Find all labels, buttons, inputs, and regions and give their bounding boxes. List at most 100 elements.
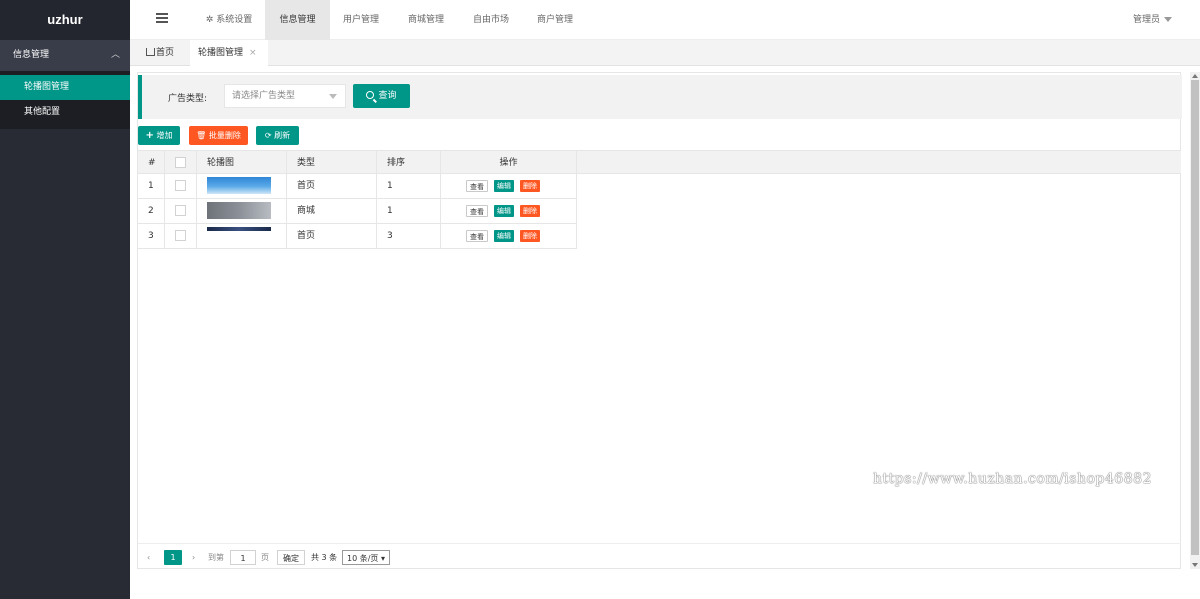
scroll-down-icon[interactable] bbox=[1192, 563, 1198, 567]
sidebar-section-label: 信息管理 bbox=[13, 50, 50, 60]
row-select bbox=[165, 174, 197, 199]
trash-icon: 🗑 bbox=[196, 131, 207, 140]
goto-page-input[interactable]: 1 bbox=[230, 550, 256, 565]
pagination: ‹ 1 › 到第 1 页 确定 共 3 条 10 条/页 ▾ bbox=[138, 543, 1181, 569]
page-1-button[interactable]: 1 bbox=[164, 550, 182, 565]
col-select bbox=[165, 151, 197, 175]
sidebar-section-info[interactable]: 信息管理 ︿ bbox=[0, 40, 130, 71]
col-image: 轮播图 bbox=[197, 151, 287, 175]
row-type: 首页 bbox=[287, 224, 377, 249]
row-index: 2 bbox=[138, 199, 165, 224]
dropdown-arrow-icon bbox=[329, 94, 337, 99]
refresh-button[interactable]: ⟳ 刷新 bbox=[256, 126, 299, 145]
nav-merchant-management[interactable]: 商户管理 bbox=[523, 0, 587, 40]
menu-toggle-icon[interactable] bbox=[156, 13, 168, 25]
edit-button[interactable]: 编辑 bbox=[494, 204, 514, 217]
nav-info-management[interactable]: 信息管理 bbox=[265, 0, 330, 40]
chevron-up-icon: ︿ bbox=[110, 50, 120, 60]
nav-free-market[interactable]: 自由市场 bbox=[459, 0, 523, 40]
scroll-up-icon[interactable] bbox=[1192, 74, 1198, 78]
page-size-select[interactable]: 10 条/页 ▾ bbox=[342, 550, 390, 565]
vertical-scrollbar[interactable] bbox=[1190, 72, 1200, 569]
edit-button[interactable]: 编辑 bbox=[494, 229, 514, 242]
col-type: 类型 bbox=[287, 151, 377, 175]
close-icon[interactable]: × bbox=[249, 48, 257, 58]
app-root: uzhur 信息管理 ︿ 轮播图管理 其他配置 ✲ 系统设置 信息管理 用户管理… bbox=[0, 0, 1200, 599]
row-actions: 查看 编辑 删除 bbox=[441, 224, 577, 249]
carousel-thumbnail bbox=[207, 227, 271, 231]
nav-mall-management[interactable]: 商城管理 bbox=[394, 0, 458, 40]
ad-type-select[interactable]: 请选择广告类型 bbox=[224, 84, 346, 108]
row-type: 商城 bbox=[287, 199, 377, 224]
row-image bbox=[197, 224, 287, 249]
sidebar-item-other-config[interactable]: 其他配置 bbox=[0, 100, 130, 125]
delete-button[interactable]: 删除 bbox=[520, 179, 540, 192]
edit-button[interactable]: 编辑 bbox=[494, 179, 514, 192]
refresh-label: 刷新 bbox=[274, 131, 291, 140]
query-button[interactable]: 查询 bbox=[353, 84, 410, 108]
view-button[interactable]: 查看 bbox=[466, 229, 488, 242]
row-image bbox=[197, 199, 287, 224]
prev-page-button[interactable]: ‹ bbox=[147, 550, 150, 565]
ad-type-placeholder: 请选择广告类型 bbox=[232, 91, 296, 101]
col-index: # bbox=[138, 151, 165, 175]
carousel-thumbnail bbox=[207, 202, 271, 219]
tab-home[interactable]: 首页 bbox=[138, 40, 182, 66]
row-select bbox=[165, 224, 197, 249]
sidebar-item-carousel[interactable]: 轮播图管理 bbox=[0, 75, 130, 100]
carousel-thumbnail bbox=[207, 177, 271, 194]
goto-label: 到第 bbox=[208, 553, 224, 562]
view-button[interactable]: 查看 bbox=[466, 204, 488, 217]
nav-system-settings[interactable]: ✲ 系统设置 bbox=[196, 0, 262, 40]
scrollbar-thumb[interactable] bbox=[1191, 80, 1199, 555]
view-button[interactable]: 查看 bbox=[466, 179, 488, 192]
ad-type-label: 广告类型: bbox=[168, 94, 208, 104]
main-content: 广告类型: 请选择广告类型 查询 + 增加 🗑 批量删除 ⟳ 刷新 # 轮播图 … bbox=[137, 72, 1182, 569]
refresh-icon: ⟳ bbox=[264, 131, 272, 140]
row-checkbox[interactable] bbox=[175, 180, 186, 191]
nav-user-management[interactable]: 用户管理 bbox=[330, 0, 392, 40]
table-row: 1 首页 1 查看 编辑 删除 bbox=[138, 174, 577, 199]
batch-delete-button[interactable]: 🗑 批量删除 bbox=[189, 126, 248, 145]
plus-icon: + bbox=[145, 130, 154, 141]
caret-down-icon bbox=[1164, 17, 1172, 22]
page-unit-label: 页 bbox=[261, 553, 269, 562]
tab-bar: 首页 轮播图管理 × bbox=[130, 40, 1200, 66]
confirm-goto-button[interactable]: 确定 bbox=[277, 550, 305, 565]
search-panel: 广告类型: 请选择广告类型 查询 bbox=[138, 75, 1182, 119]
sidebar-submenu: 轮播图管理 其他配置 bbox=[0, 71, 130, 129]
user-menu[interactable]: 管理员 bbox=[1133, 0, 1172, 40]
nav-label: 系统设置 bbox=[216, 15, 253, 25]
tab-carousel[interactable]: 轮播图管理 × bbox=[190, 40, 268, 66]
home-icon bbox=[146, 48, 155, 56]
row-index: 1 bbox=[138, 174, 165, 199]
row-type: 首页 bbox=[287, 174, 377, 199]
col-actions: 操作 bbox=[441, 151, 577, 175]
row-sort: 1 bbox=[377, 174, 441, 199]
delete-button[interactable]: 删除 bbox=[520, 204, 540, 217]
watermark: https://www.huzhan.com/ishop46882 bbox=[873, 471, 1152, 487]
row-checkbox[interactable] bbox=[175, 230, 186, 241]
table-row: 2 商城 1 查看 编辑 删除 bbox=[138, 199, 577, 224]
row-checkbox[interactable] bbox=[175, 205, 186, 216]
top-header: ✲ 系统设置 信息管理 用户管理 商城管理 自由市场 商户管理 管理员 bbox=[130, 0, 1200, 40]
page-size-value: 10 条/页 bbox=[347, 554, 379, 563]
col-sort: 排序 bbox=[377, 151, 441, 175]
select-all-checkbox[interactable] bbox=[175, 157, 186, 168]
delete-button[interactable]: 删除 bbox=[520, 229, 540, 242]
row-sort: 3 bbox=[377, 224, 441, 249]
add-button[interactable]: + 增加 bbox=[138, 126, 180, 145]
next-page-button[interactable]: › bbox=[192, 550, 195, 565]
batch-delete-label: 批量删除 bbox=[208, 131, 241, 140]
row-image bbox=[197, 174, 287, 199]
search-icon bbox=[366, 91, 375, 99]
table-row: 3 首页 3 查看 编辑 删除 bbox=[138, 224, 577, 249]
total-count: 共 3 条 bbox=[311, 553, 338, 562]
row-actions: 查看 编辑 删除 bbox=[441, 199, 577, 224]
logo: uzhur bbox=[0, 0, 130, 40]
table-header: # 轮播图 类型 排序 操作 bbox=[138, 150, 1181, 175]
row-index: 3 bbox=[138, 224, 165, 249]
user-name: 管理员 bbox=[1132, 15, 1160, 25]
row-select bbox=[165, 199, 197, 224]
tab-carousel-label: 轮播图管理 bbox=[198, 48, 244, 58]
